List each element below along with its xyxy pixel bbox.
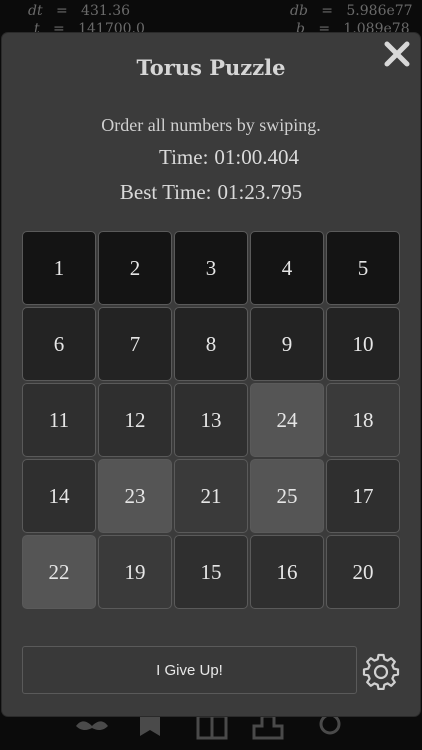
star-badge-tab-icon[interactable] xyxy=(130,712,170,742)
torus-puzzle-dialog: Torus Puzzle Order all numbers by swipin… xyxy=(2,33,420,716)
puzzle-tile[interactable]: 4 xyxy=(250,231,324,305)
puzzle-tile[interactable]: 21 xyxy=(174,459,248,533)
puzzle-tile[interactable]: 15 xyxy=(174,535,248,609)
puzzle-tile[interactable]: 11 xyxy=(22,383,96,457)
puzzle-tile[interactable]: 19 xyxy=(98,535,172,609)
puzzle-tile[interactable]: 23 xyxy=(98,459,172,533)
puzzle-tile[interactable]: 6 xyxy=(22,307,96,381)
puzzle-tile[interactable]: 10 xyxy=(326,307,400,381)
puzzle-tile[interactable]: 24 xyxy=(250,383,324,457)
puzzle-tile[interactable]: 12 xyxy=(98,383,172,457)
best-time-label: Best Time: xyxy=(119,180,212,204)
puzzle-tile[interactable]: 8 xyxy=(174,307,248,381)
dialog-title: Torus Puzzle xyxy=(136,55,286,80)
mustache-tab-icon[interactable] xyxy=(72,712,112,742)
podium-tab-icon[interactable] xyxy=(248,712,288,742)
puzzle-tile[interactable]: 22 xyxy=(22,535,96,609)
puzzle-tile[interactable]: 25 xyxy=(250,459,324,533)
puzzle-tile[interactable]: 16 xyxy=(250,535,324,609)
readout-dt: dt = 431.36 xyxy=(28,3,131,19)
instructions-text: Order all numbers by swiping. xyxy=(101,115,321,135)
give-up-button[interactable]: I Give Up! xyxy=(22,646,357,694)
current-time: Time: 01:00.404 xyxy=(2,145,420,170)
best-time: Best Time: 01:23.795 xyxy=(2,180,420,205)
puzzle-tile[interactable]: 1 xyxy=(22,231,96,305)
time-value: 01:00.404 xyxy=(214,145,299,169)
puzzle-tile[interactable]: 14 xyxy=(22,459,96,533)
puzzle-tile[interactable]: 7 xyxy=(98,307,172,381)
puzzle-tile[interactable]: 9 xyxy=(250,307,324,381)
bottom-tab-bar xyxy=(0,712,422,750)
puzzle-tile[interactable]: 18 xyxy=(326,383,400,457)
gear-tab-icon[interactable] xyxy=(310,712,350,742)
puzzle-tile[interactable]: 20 xyxy=(326,535,400,609)
puzzle-tile[interactable]: 3 xyxy=(174,231,248,305)
puzzle-tile[interactable]: 5 xyxy=(326,231,400,305)
readout-db: db = 5.986e77 xyxy=(290,3,413,19)
gear-icon[interactable] xyxy=(362,652,400,691)
puzzle-tile[interactable]: 13 xyxy=(174,383,248,457)
best-time-value: 01:23.795 xyxy=(217,180,303,204)
puzzle-tile[interactable]: 17 xyxy=(326,459,400,533)
puzzle-tile[interactable]: 2 xyxy=(98,231,172,305)
box-tab-icon[interactable] xyxy=(192,712,232,742)
puzzle-board[interactable]: 1 2 3 4 5 6 7 8 9 10 11 12 13 24 18 14 23 21 25 17 22 19 15 16 2… xyxy=(22,231,402,611)
time-label: Time: xyxy=(158,145,209,169)
